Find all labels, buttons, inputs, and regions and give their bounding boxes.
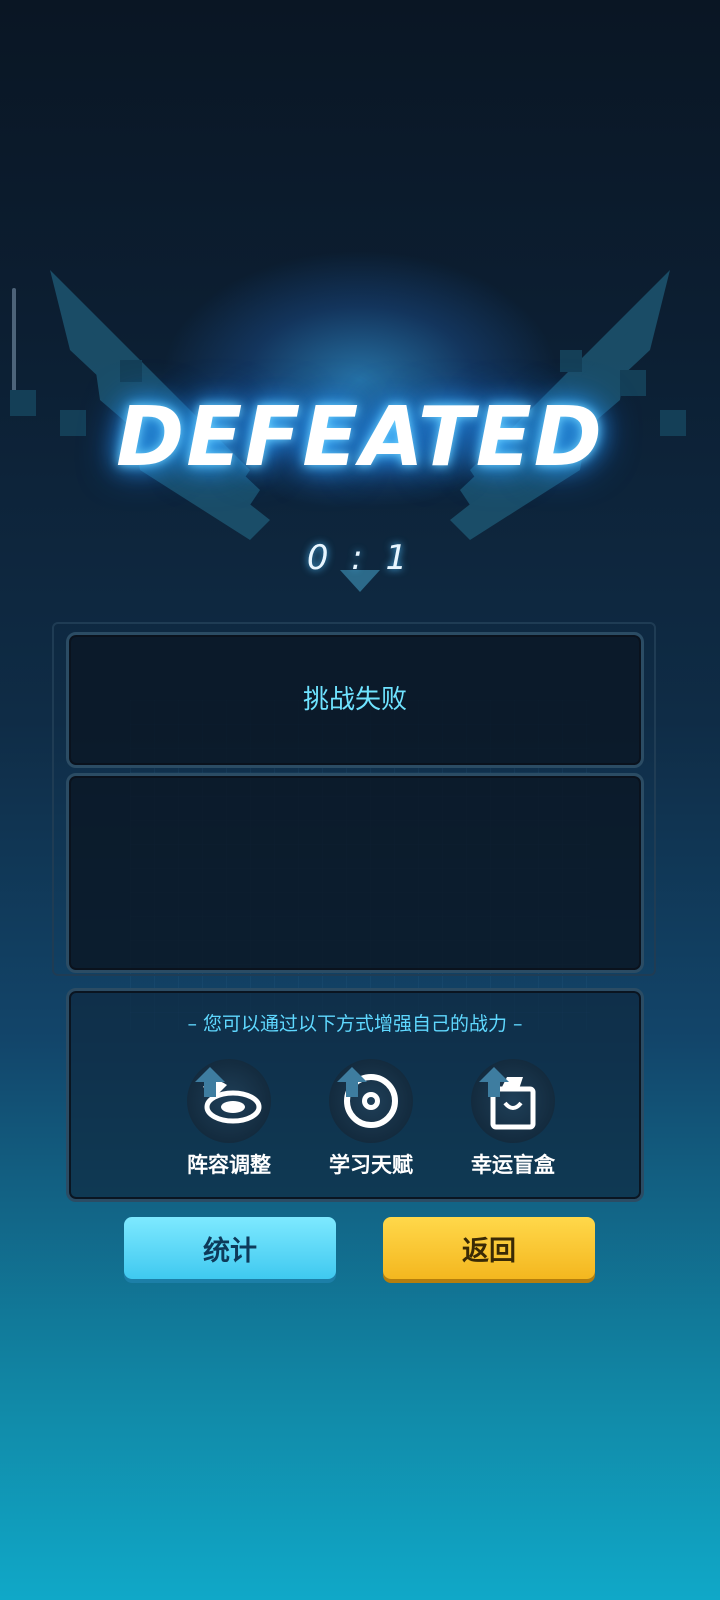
option-label: 学习天赋 (329, 1153, 413, 1177)
hint-text: – 您可以通过以下方式增强自己的战力 – (187, 1013, 523, 1035)
lineup-icon (187, 1059, 271, 1143)
talent-icon (329, 1059, 413, 1143)
match-score: 0 : 1 (306, 538, 414, 578)
option-lineup[interactable]: 阵容调整 (169, 1059, 289, 1179)
upgrade-arrow-icon (479, 1067, 509, 1097)
option-blindbox[interactable]: 幸运盲盒 (453, 1059, 573, 1179)
upgrade-arrow-icon (337, 1067, 367, 1097)
option-label: 幸运盲盒 (471, 1153, 555, 1177)
status-panel: 挑战失败 (66, 632, 644, 768)
upgrade-arrow-icon (195, 1067, 225, 1097)
result-title: DEFEATED (116, 390, 604, 485)
status-text: 挑战失败 (302, 685, 407, 715)
option-label: 阵容调整 (187, 1153, 271, 1177)
improve-panel: – 您可以通过以下方式增强自己的战力 – 阵容调整 学习天赋 幸运盲盒 (66, 988, 644, 1202)
stats-button[interactable]: 统计 (124, 1217, 336, 1279)
back-button[interactable]: 返回 (383, 1217, 595, 1279)
shopping-bag-icon (471, 1059, 555, 1143)
reward-panel (66, 773, 644, 973)
option-talent[interactable]: 学习天赋 (311, 1059, 431, 1179)
